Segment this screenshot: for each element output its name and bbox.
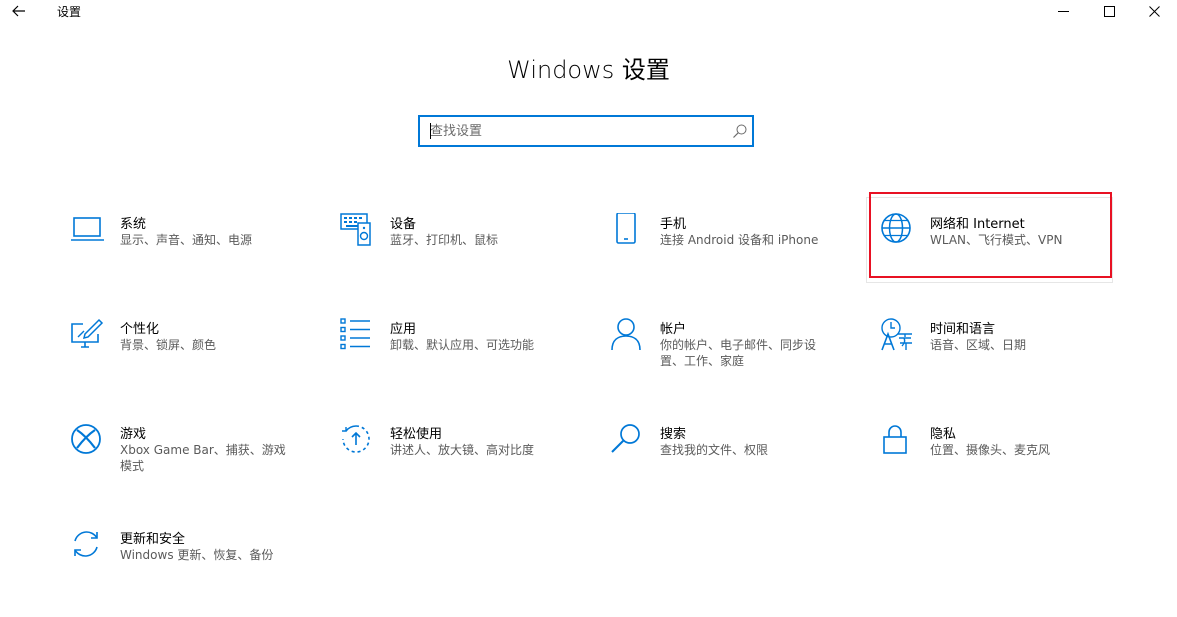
xbox-icon — [71, 424, 101, 454]
tile-devices[interactable]: 设备 蓝牙、打印机、鼠标 — [340, 213, 580, 293]
page-title: Windows 设置 — [507, 56, 670, 84]
text-caret — [430, 123, 431, 139]
tile-label: 设备 — [390, 217, 417, 232]
laptop-icon — [71, 217, 104, 241]
tile-label: 应用 — [390, 322, 417, 337]
tile-description: 位置、摄像头、麦克风 — [930, 443, 1051, 457]
tile-apps[interactable]: 应用 卸载、默认应用、可选功能 — [340, 318, 580, 398]
tile-label: 轻松使用 — [390, 427, 443, 442]
globe-icon — [881, 213, 911, 243]
tile-label: 网络和 Internet — [930, 217, 1025, 232]
language-icon — [881, 318, 912, 351]
tile-update-security[interactable]: 更新和安全 Windows 更新、恢复、备份 — [70, 528, 310, 608]
person-icon — [611, 318, 641, 351]
tile-phone[interactable]: 手机 连接 Android 设备和 iPhone — [610, 213, 850, 293]
app-title: 设置 — [57, 5, 82, 19]
back-arrow-icon — [12, 5, 25, 17]
tile-label: 隐私 — [930, 427, 957, 442]
title-bar: 设置 — [0, 0, 1177, 22]
tile-accounts[interactable]: 帐户 你的帐户、电子邮件、同步设置、工作、家庭 — [610, 318, 850, 398]
maximize-icon — [1103, 5, 1115, 17]
tile-search[interactable]: 搜索 查找我的文件、权限 — [610, 423, 850, 503]
tile-description: 查找我的文件、权限 — [660, 443, 769, 457]
tile-label: 手机 — [660, 217, 687, 232]
tile-network[interactable]: 网络和 Internet WLAN、飞行模式、VPN — [880, 213, 1120, 293]
tile-description: 讲述人、放大镜、高对比度 — [390, 443, 535, 457]
search-box[interactable] — [418, 115, 754, 147]
back-button[interactable] — [6, 0, 32, 22]
search-icon[interactable] — [732, 123, 748, 139]
tile-description: 连接 Android 设备和 iPhone — [660, 233, 819, 247]
tile-label: 时间和语言 — [930, 322, 996, 337]
tile-label: 个性化 — [120, 322, 160, 337]
minimize-button[interactable] — [1040, 0, 1086, 22]
magnifier-icon — [611, 424, 640, 453]
paint-brush-monitor-icon — [71, 318, 104, 348]
tile-label: 帐户 — [660, 322, 687, 337]
sync-arrows-icon — [74, 531, 98, 557]
close-icon — [1148, 5, 1160, 17]
tile-time-language[interactable]: 时间和语言 语音、区域、日期 — [880, 318, 1120, 398]
maximize-button[interactable] — [1086, 0, 1132, 22]
tile-label: 更新和安全 — [120, 532, 186, 547]
tile-description: 你的帐户、电子邮件、同步设置、工作、家庭 — [660, 338, 817, 368]
tile-description: 背景、锁屏、颜色 — [120, 338, 217, 352]
tile-privacy[interactable]: 隐私 位置、摄像头、麦克风 — [880, 423, 1120, 503]
tile-gaming[interactable]: 游戏 Xbox Game Bar、捕获、游戏模式 — [70, 423, 310, 503]
minimize-icon — [1057, 10, 1069, 12]
keyboard-speaker-icon — [340, 213, 371, 246]
search-input[interactable] — [426, 117, 724, 145]
tile-description: Windows 更新、恢复、备份 — [120, 548, 274, 562]
phone-icon — [616, 213, 636, 244]
tile-description: 蓝牙、打印机、鼠标 — [390, 233, 499, 247]
tile-label: 搜索 — [660, 427, 687, 442]
tile-description: 语音、区域、日期 — [930, 338, 1027, 352]
tile-description: 卸载、默认应用、可选功能 — [390, 338, 535, 352]
tile-system[interactable]: 系统 显示、声音、通知、电源 — [70, 213, 310, 293]
close-button[interactable] — [1131, 0, 1177, 22]
tile-label: 系统 — [120, 217, 147, 232]
tile-description: Xbox Game Bar、捕获、游戏模式 — [120, 443, 286, 473]
tile-ease-of-access[interactable]: 轻松使用 讲述人、放大镜、高对比度 — [340, 423, 580, 503]
tile-description: 显示、声音、通知、电源 — [120, 233, 253, 247]
tile-label: 游戏 — [120, 427, 147, 442]
tile-description: WLAN、飞行模式、VPN — [930, 233, 1063, 247]
app-list-icon — [340, 318, 370, 350]
tile-personalization[interactable]: 个性化 背景、锁屏、颜色 — [70, 318, 310, 398]
ease-of-access-icon — [342, 425, 370, 453]
lock-icon — [883, 425, 907, 454]
